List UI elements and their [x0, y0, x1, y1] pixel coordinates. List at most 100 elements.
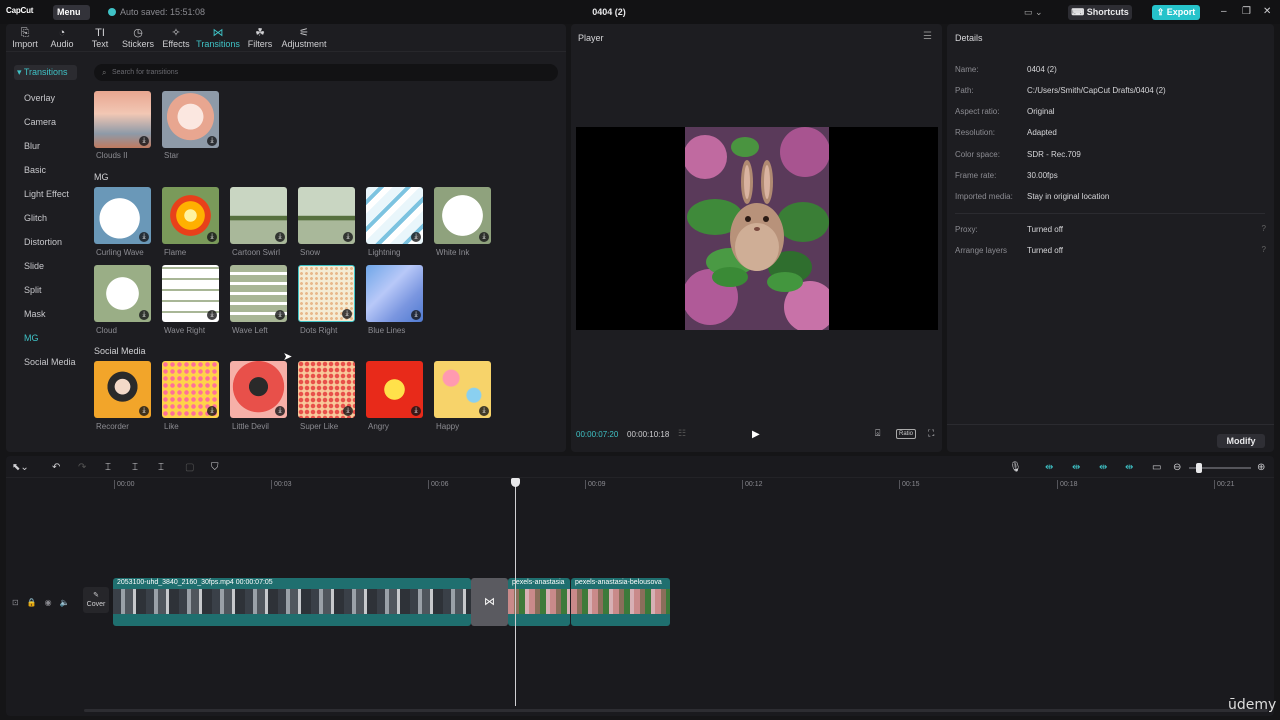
transition-thumb-curling-wave[interactable]: ⤓: [94, 187, 151, 244]
sidebar-item-slide[interactable]: Slide: [24, 261, 44, 271]
transition-thumb-happy[interactable]: ⤓: [434, 361, 491, 418]
download-icon[interactable]: ⤓: [411, 406, 421, 416]
export-button[interactable]: ⇪ Export: [1152, 5, 1200, 20]
close-icon[interactable]: ✕: [1263, 6, 1271, 17]
select-tool-icon[interactable]: ⬉⌄: [12, 462, 29, 473]
split-right-icon[interactable]: ⌶: [158, 462, 164, 473]
split-icon[interactable]: ⌶: [105, 462, 111, 473]
transition-thumb-snow[interactable]: ⤓: [298, 187, 355, 244]
download-icon[interactable]: ⤓: [479, 232, 489, 242]
sidebar-item-social-media[interactable]: Social Media: [24, 357, 76, 367]
download-icon[interactable]: ⤓: [411, 232, 421, 242]
tab-adjustment[interactable]: ⚟ Adjustment: [280, 24, 328, 51]
download-icon[interactable]: ⤓: [275, 310, 285, 320]
split-left-icon[interactable]: ⌶: [132, 462, 138, 473]
transition-marker[interactable]: ⋈: [471, 578, 508, 626]
transition-thumb-cloud[interactable]: ⤓: [94, 265, 151, 322]
timeline-scrollbar[interactable]: [84, 709, 1268, 712]
delete-icon[interactable]: ▢: [185, 462, 194, 473]
zoom-in-icon[interactable]: ⊕: [1257, 462, 1265, 473]
shield-icon[interactable]: ⛉: [211, 462, 219, 473]
transition-thumb-wave-left[interactable]: ⤓: [230, 265, 287, 322]
sidebar-item-blur[interactable]: Blur: [24, 141, 40, 151]
preview-axis-icon[interactable]: ⇹: [1125, 462, 1133, 473]
video-clip[interactable]: pexels-anastasia-belousova: [571, 578, 670, 626]
sidebar-item-camera[interactable]: Camera: [24, 117, 56, 127]
tab-text[interactable]: TI Text: [80, 24, 120, 51]
transition-thumb-flame[interactable]: ⤓: [162, 187, 219, 244]
download-icon[interactable]: ⤓: [207, 406, 217, 416]
download-icon[interactable]: ⤓: [207, 310, 217, 320]
transition-thumb-star[interactable]: ⤓: [162, 91, 219, 148]
download-icon[interactable]: ⤓: [139, 136, 149, 146]
track-toggle-icon[interactable]: ⊡: [12, 598, 19, 607]
auto-snap-icon[interactable]: ⇹: [1072, 462, 1080, 473]
tab-filters[interactable]: ☘ Filters: [240, 24, 280, 51]
caption-icon[interactable]: ▭: [1152, 462, 1161, 473]
sidebar-item-split[interactable]: Split: [24, 285, 42, 295]
video-clip[interactable]: 2053100-uhd_3840_2160_30fps.mp4 00:00:07…: [113, 578, 471, 626]
transition-thumb-super-like[interactable]: ⤓: [298, 361, 355, 418]
sidebar-item-basic[interactable]: Basic: [24, 165, 46, 175]
microphone-icon[interactable]: 🎙: [1009, 462, 1022, 473]
transition-thumb-wave-right[interactable]: ⤓: [162, 265, 219, 322]
download-icon[interactable]: ⤓: [139, 232, 149, 242]
transition-thumb-little-devil[interactable]: ⤓: [230, 361, 287, 418]
download-icon[interactable]: ⤓: [479, 406, 489, 416]
transition-thumb-clouds-ii[interactable]: ⤓: [94, 91, 151, 148]
transition-thumb-dots-right[interactable]: ⤓: [298, 265, 355, 322]
video-clip[interactable]: pexels-anastasia: [508, 578, 570, 626]
sidebar-item-transitions[interactable]: ▾ Transitions: [14, 65, 77, 80]
transition-thumb-white-ink[interactable]: ⤓: [434, 187, 491, 244]
timeline-grid-icon[interactable]: ☷: [678, 428, 686, 439]
hamburger-menu-icon[interactable]: ☰: [923, 31, 932, 42]
redo-icon[interactable]: ↷: [78, 462, 86, 473]
playhead-handle[interactable]: [511, 478, 520, 487]
download-icon[interactable]: ⤓: [207, 136, 217, 146]
transition-thumb-like[interactable]: ⤓: [162, 361, 219, 418]
layout-icon[interactable]: ▭ ⌄: [1024, 7, 1043, 18]
fullscreen-icon[interactable]: ⛶: [928, 428, 934, 439]
snapshot-icon[interactable]: ⌻: [875, 428, 880, 439]
undo-icon[interactable]: ↶: [52, 462, 60, 473]
sidebar-item-mask[interactable]: Mask: [24, 309, 46, 319]
zoom-slider-handle[interactable]: [1196, 463, 1202, 473]
transition-thumb-cartoon-swirl[interactable]: ⤓: [230, 187, 287, 244]
download-icon[interactable]: ⤓: [343, 406, 353, 416]
restore-icon[interactable]: ❐: [1242, 6, 1251, 17]
sidebar-item-distortion[interactable]: Distortion: [24, 237, 62, 247]
transition-thumb-blue-lines[interactable]: ⤓: [366, 265, 423, 322]
linkage-icon[interactable]: ⇹: [1099, 462, 1107, 473]
transition-thumb-lightning[interactable]: ⤓: [366, 187, 423, 244]
sidebar-item-glitch[interactable]: Glitch: [24, 213, 47, 223]
main-track-magnet-icon[interactable]: ⇹: [1045, 462, 1053, 473]
shortcuts-button[interactable]: ⌨ Shortcuts: [1068, 5, 1132, 20]
download-icon[interactable]: ⤓: [139, 310, 149, 320]
sidebar-item-mg[interactable]: MG: [24, 333, 39, 343]
download-icon[interactable]: ⤓: [207, 232, 217, 242]
transition-thumb-recorder[interactable]: ⤓: [94, 361, 151, 418]
tab-import[interactable]: ⎘ Import: [6, 24, 44, 51]
download-icon[interactable]: ⤓: [275, 406, 285, 416]
lock-icon[interactable]: 🔒: [27, 598, 37, 607]
zoom-out-icon[interactable]: ⊖: [1173, 462, 1181, 473]
help-icon[interactable]: ?: [1262, 245, 1266, 254]
download-icon[interactable]: ⤓: [139, 406, 149, 416]
download-icon[interactable]: ⤓: [411, 310, 421, 320]
tab-audio[interactable]: ◔ Audio: [44, 24, 80, 51]
cover-button[interactable]: ✎ Cover: [83, 587, 109, 613]
modify-button[interactable]: Modify: [1217, 434, 1265, 448]
help-icon[interactable]: ?: [1262, 224, 1266, 233]
tab-stickers[interactable]: ◷ Stickers: [120, 24, 156, 51]
playhead-line[interactable]: [515, 478, 516, 706]
transition-thumb-angry[interactable]: ⤓: [366, 361, 423, 418]
audio-mute-icon[interactable]: 🔈: [60, 598, 70, 607]
eye-icon[interactable]: ◉: [45, 598, 52, 607]
ratio-button[interactable]: Ratio: [896, 429, 916, 439]
download-icon[interactable]: ⤓: [342, 309, 352, 319]
download-icon[interactable]: ⤓: [343, 232, 353, 242]
sidebar-item-overlay[interactable]: Overlay: [24, 93, 55, 103]
tab-effects[interactable]: ✧ Effects: [156, 24, 196, 51]
search-input[interactable]: Search for transitions: [94, 64, 558, 81]
play-button[interactable]: ▶: [752, 429, 760, 440]
